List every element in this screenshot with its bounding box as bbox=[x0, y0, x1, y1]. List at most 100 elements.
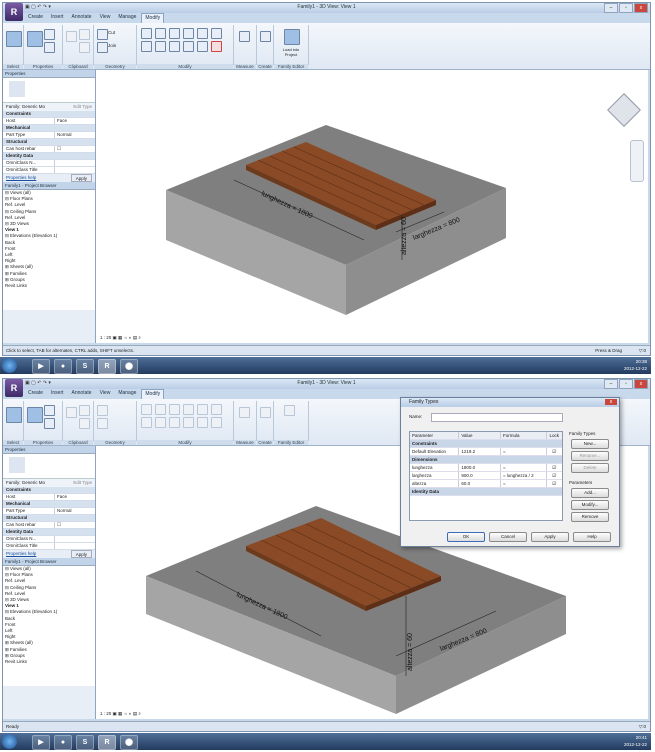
ok-button[interactable]: OK bbox=[447, 532, 485, 542]
create-group-icon[interactable] bbox=[260, 407, 271, 418]
array-icon[interactable] bbox=[197, 417, 208, 428]
skype-icon[interactable]: S bbox=[76, 359, 94, 374]
rename-type-button[interactable]: Rename... bbox=[571, 451, 609, 461]
modify-arrow-icon[interactable] bbox=[6, 407, 22, 423]
start-button[interactable] bbox=[2, 358, 17, 373]
prop-row[interactable]: Host Face bbox=[3, 118, 95, 125]
tab-modify[interactable]: Modify bbox=[141, 389, 165, 399]
tab-create[interactable]: Create bbox=[25, 13, 46, 23]
prop-row[interactable]: OmniClass Title bbox=[3, 167, 95, 174]
table-row[interactable]: Default Elevation 1219.2 = ☑ bbox=[410, 448, 562, 456]
param-value[interactable]: 1800.0 bbox=[458, 464, 500, 471]
application-menu-button[interactable]: R bbox=[5, 3, 23, 21]
measure-icon[interactable] bbox=[239, 31, 250, 42]
copy-icon[interactable] bbox=[79, 29, 90, 40]
delete-icon[interactable] bbox=[211, 41, 222, 52]
delete-icon[interactable] bbox=[211, 417, 222, 428]
prop-row[interactable]: OmniClass N... bbox=[3, 160, 95, 167]
trim-icon[interactable] bbox=[183, 41, 194, 52]
view-scale[interactable]: 1 : 20 bbox=[100, 335, 111, 340]
application-menu-button[interactable]: R bbox=[5, 379, 23, 397]
properties-icon[interactable] bbox=[27, 407, 43, 423]
edit-type-button[interactable]: Edit Type bbox=[73, 479, 95, 487]
dialog-close-button[interactable]: x bbox=[605, 399, 617, 405]
prop-value[interactable]: Face bbox=[54, 118, 95, 124]
param-value[interactable]: 60.0 bbox=[458, 480, 500, 487]
join-geometry-icon[interactable] bbox=[97, 42, 108, 53]
prop-row[interactable]: OmniClass Title bbox=[3, 543, 95, 550]
tab-insert[interactable]: Insert bbox=[48, 13, 67, 23]
measure-icon[interactable] bbox=[239, 407, 250, 418]
param-formula[interactable]: = bbox=[500, 480, 546, 487]
media-player-icon[interactable]: ▶ bbox=[32, 359, 50, 374]
close-button[interactable]: x bbox=[634, 379, 648, 389]
paste-icon[interactable] bbox=[66, 31, 77, 42]
revit-taskbar-icon[interactable]: R bbox=[98, 735, 116, 750]
join-geometry-icon[interactable] bbox=[97, 418, 108, 429]
family-types-icon[interactable] bbox=[44, 29, 55, 40]
tree-item[interactable]: Revit Links bbox=[5, 283, 95, 289]
load-into-project-icon[interactable] bbox=[284, 29, 300, 45]
dialog-help-button[interactable]: Help bbox=[573, 532, 611, 542]
pin-icon[interactable] bbox=[211, 404, 222, 415]
properties-icon[interactable] bbox=[27, 31, 43, 47]
table-row[interactable]: altezza 60.0 = ☑ bbox=[410, 480, 562, 488]
selection-filter[interactable]: ▽:0 bbox=[639, 722, 646, 732]
height-dimension-label[interactable]: altezza = 60 bbox=[407, 633, 414, 671]
maximize-button[interactable]: ▫ bbox=[619, 379, 633, 389]
load-into-project-icon[interactable] bbox=[284, 405, 295, 416]
prop-value[interactable]: Normal bbox=[54, 132, 95, 138]
cut-geometry-icon[interactable] bbox=[97, 29, 108, 40]
prop-row[interactable]: Can host rebar ☐ bbox=[3, 146, 95, 153]
cut-icon[interactable] bbox=[79, 42, 90, 53]
prop-value[interactable]: Face bbox=[54, 494, 95, 500]
tab-manage[interactable]: Manage bbox=[115, 389, 139, 399]
table-row[interactable]: lunghezza 1800.0 = ☑ bbox=[410, 464, 562, 472]
param-formula[interactable]: = lunghezza / 2 bbox=[500, 472, 546, 479]
tab-create[interactable]: Create bbox=[25, 389, 46, 399]
close-button[interactable]: x bbox=[634, 3, 648, 13]
offset-icon[interactable] bbox=[155, 404, 166, 415]
tab-view[interactable]: View bbox=[97, 389, 114, 399]
rotate-icon[interactable] bbox=[169, 41, 180, 52]
param-formula[interactable]: = bbox=[500, 464, 546, 471]
properties-help-link[interactable]: Properties help bbox=[3, 174, 36, 182]
minimize-button[interactable]: – bbox=[604, 3, 618, 13]
type-name-select[interactable] bbox=[431, 413, 563, 422]
minimize-button[interactable]: – bbox=[604, 379, 618, 389]
apply-button[interactable]: Apply bbox=[70, 550, 92, 558]
maximize-button[interactable]: ▫ bbox=[619, 3, 633, 13]
tab-insert[interactable]: Insert bbox=[48, 389, 67, 399]
align-icon[interactable] bbox=[141, 404, 152, 415]
dialog-apply-button[interactable]: Apply bbox=[531, 532, 569, 542]
skype-icon[interactable]: S bbox=[76, 735, 94, 750]
apply-button[interactable]: Apply bbox=[70, 174, 92, 182]
lock-checkbox[interactable]: ☑ bbox=[545, 480, 562, 487]
chrome-icon[interactable]: ● bbox=[54, 735, 72, 750]
app-taskbar-icon[interactable]: ⬤ bbox=[120, 359, 138, 374]
table-row[interactable]: larghezza 900.0 = lunghezza / 2 ☑ bbox=[410, 472, 562, 480]
properties-help-link[interactable]: Properties help bbox=[3, 550, 36, 558]
rotate-icon[interactable] bbox=[169, 417, 180, 428]
modify-arrow-icon[interactable] bbox=[6, 31, 22, 47]
tab-modify[interactable]: Modify bbox=[141, 13, 165, 23]
revit-taskbar-icon[interactable]: R bbox=[98, 359, 116, 374]
tab-view[interactable]: View bbox=[97, 13, 114, 23]
modify-parameter-button[interactable]: Modify... bbox=[571, 500, 609, 510]
selection-filter[interactable]: ▽:0 bbox=[639, 346, 646, 356]
cancel-button[interactable]: Cancel bbox=[489, 532, 527, 542]
prop-value[interactable] bbox=[54, 536, 95, 542]
move-icon[interactable] bbox=[141, 417, 152, 428]
tab-annotate[interactable]: Annotate bbox=[69, 13, 95, 23]
mirror-draw-icon[interactable] bbox=[183, 28, 194, 39]
prop-row[interactable]: Part Type Normal bbox=[3, 508, 95, 515]
view-control-bar[interactable]: 1 : 20 ▣ ▦ ☼ ◐ ▤ ⌕ bbox=[100, 711, 141, 717]
paste-icon[interactable] bbox=[66, 407, 77, 418]
cut-icon[interactable] bbox=[79, 418, 90, 429]
prop-row[interactable]: Host Face bbox=[3, 494, 95, 501]
prop-value[interactable]: Normal bbox=[54, 508, 95, 514]
lock-checkbox[interactable]: ☑ bbox=[545, 472, 562, 479]
family-types-icon[interactable] bbox=[44, 405, 55, 416]
tab-manage[interactable]: Manage bbox=[115, 13, 139, 23]
app-taskbar-icon[interactable]: ⬤ bbox=[120, 735, 138, 750]
